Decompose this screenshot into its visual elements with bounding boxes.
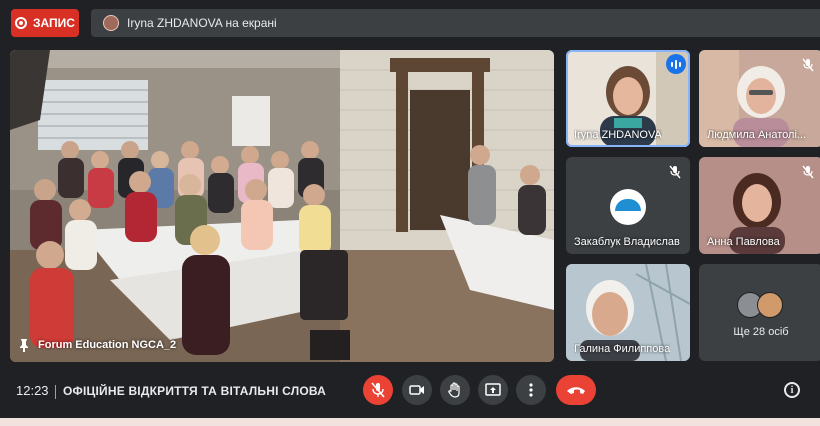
- divider: [55, 385, 56, 399]
- mic-off-icon: [371, 382, 385, 398]
- speaking-icon: [666, 54, 686, 74]
- others-count: Ще 28 осіб: [733, 326, 789, 338]
- participant-tile[interactable]: Людмила Анатолі...: [699, 50, 820, 147]
- presenting-text: Iryna ZHDANOVA на екрані: [127, 16, 277, 30]
- participant-tile[interactable]: Закаблук Владислав: [566, 157, 690, 254]
- present-screen-button[interactable]: [478, 375, 508, 405]
- present-icon: [485, 383, 501, 396]
- more-options-button[interactable]: [516, 375, 546, 405]
- leave-call-button[interactable]: [556, 375, 596, 405]
- more-vert-icon: [529, 383, 533, 397]
- bottom-control-bar: 12:23 ОФІЦІЙНЕ ВІДКРИТТЯ ТА ВІТАЛЬНІ СЛО…: [0, 365, 820, 417]
- more-participants-tile[interactable]: Ще 28 осіб: [699, 264, 820, 361]
- mic-off-icon: [799, 56, 817, 74]
- camera-icon: [409, 385, 424, 395]
- participant-name: Анна Павлова: [707, 236, 780, 248]
- avatar: [757, 292, 783, 318]
- others-avatars: [737, 292, 783, 318]
- participant-avatar: [610, 189, 646, 225]
- participant-tile-speaker[interactable]: Iryna ZHDANOVA: [566, 50, 690, 147]
- stage-label-text: Forum Education NGCA_2: [38, 339, 177, 351]
- raise-hand-button[interactable]: [440, 375, 470, 405]
- conference-room-image: [10, 50, 554, 362]
- presenting-banner: Iryna ZHDANOVA на екрані: [91, 9, 820, 37]
- participant-name: Людмила Анатолі...: [707, 129, 807, 141]
- info-icon[interactable]: i: [784, 382, 800, 398]
- stage-label: Forum Education NGCA_2: [18, 338, 176, 352]
- raise-hand-icon: [448, 382, 460, 398]
- hangup-icon: [567, 387, 585, 394]
- recording-button[interactable]: ЗАПИС: [11, 9, 79, 37]
- participant-name: Iryna ZHDANOVA: [574, 129, 662, 141]
- footer-strip: [0, 418, 820, 426]
- main-presentation-video[interactable]: Forum Education NGCA_2: [10, 50, 554, 362]
- meeting-title: ОФІЦІЙНЕ ВІДКРИТТЯ ТА ВІТАЛЬНІ СЛОВА: [63, 384, 326, 398]
- presenter-avatar: [103, 15, 119, 31]
- participant-tile[interactable]: Галина Филиппова: [566, 264, 690, 361]
- clock: 12:23: [16, 383, 49, 398]
- participant-tile[interactable]: Анна Павлова: [699, 157, 820, 254]
- participant-name: Закаблук Владислав: [574, 236, 680, 248]
- record-icon: [15, 17, 28, 29]
- mic-off-icon: [799, 163, 817, 181]
- mic-off-icon: [666, 163, 684, 181]
- camera-toggle-button[interactable]: [402, 375, 432, 405]
- pin-icon[interactable]: [18, 338, 30, 352]
- participant-name: Галина Филиппова: [574, 343, 671, 355]
- mic-toggle-button[interactable]: [363, 375, 393, 405]
- recording-label: ЗАПИС: [33, 16, 75, 30]
